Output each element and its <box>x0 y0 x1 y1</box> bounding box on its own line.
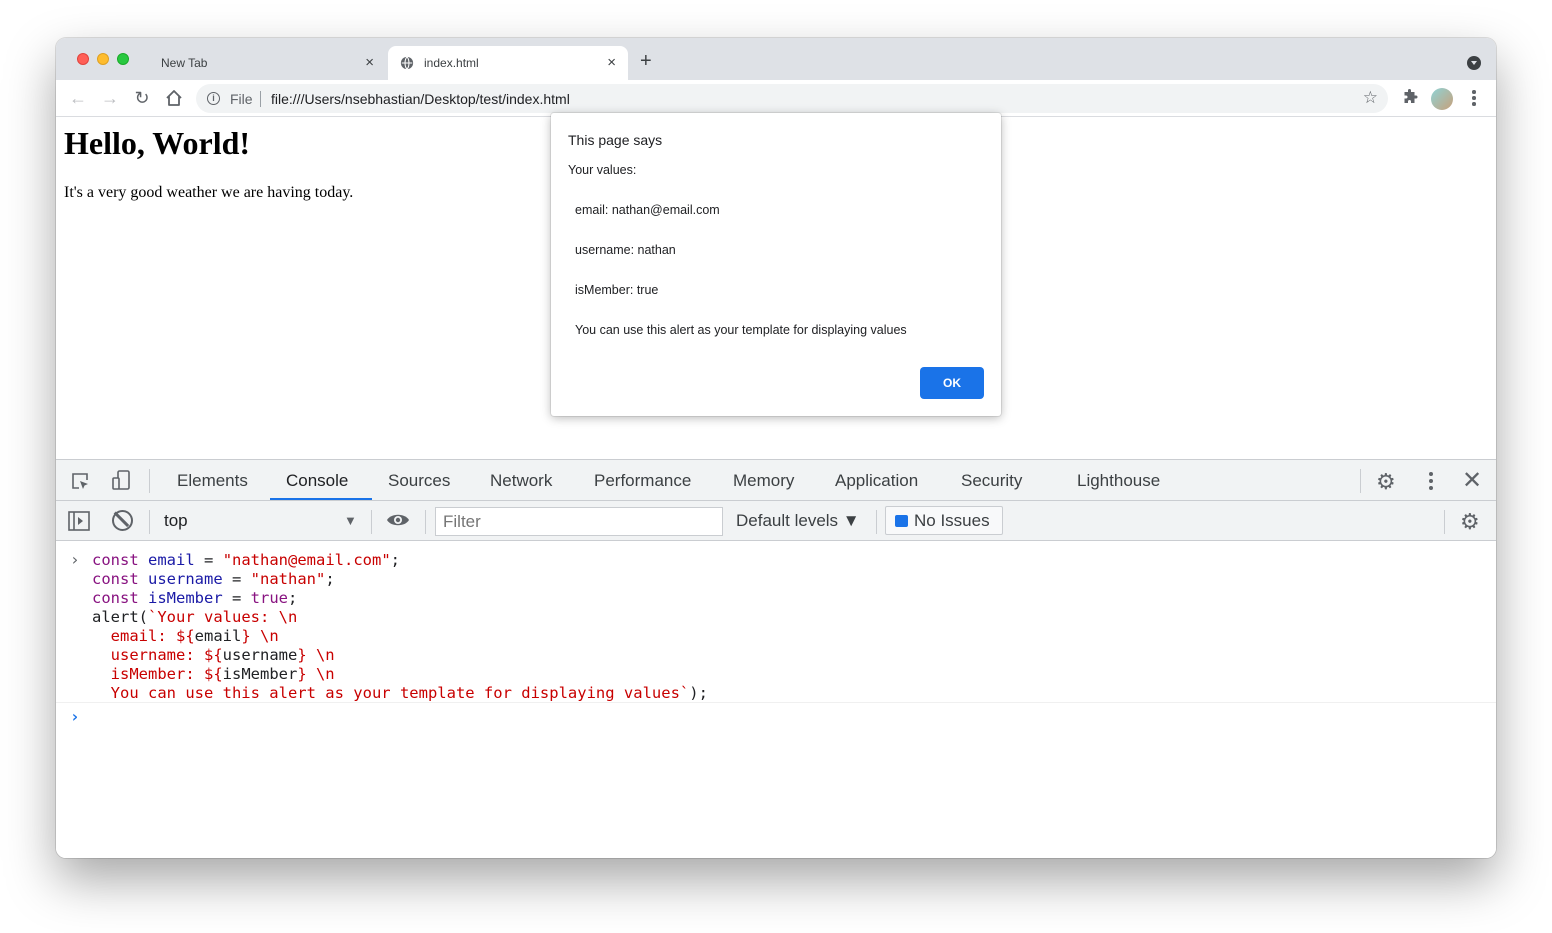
eye-icon[interactable] <box>386 512 410 528</box>
dialog-line: You can use this alert as your template … <box>575 323 907 337</box>
issues-icon <box>895 515 908 527</box>
gear-icon[interactable]: ⚙ <box>1376 469 1396 495</box>
info-icon[interactable]: i <box>207 92 220 105</box>
close-icon[interactable]: ✕ <box>1462 466 1482 495</box>
window-close-button[interactable] <box>77 53 89 65</box>
window-minimize-button[interactable] <box>97 53 109 65</box>
dialog-line: isMember: true <box>575 283 659 297</box>
avatar[interactable] <box>1431 88 1453 110</box>
devtools-panel: Elements Console Sources Network Perform… <box>56 459 1496 858</box>
scheme-label: File <box>230 91 253 107</box>
reload-icon[interactable]: ↻ <box>131 87 153 109</box>
active-tab-indicator <box>270 498 372 500</box>
browser-window: New Tab × index.html × + ← → ↻ i File fi… <box>56 38 1496 858</box>
tab-network[interactable]: Network <box>490 471 552 491</box>
page-heading: Hello, World! <box>64 125 251 161</box>
tab-lighthouse[interactable]: Lighthouse <box>1077 471 1160 491</box>
sidebar-toggle-icon[interactable] <box>68 511 90 531</box>
kebab-menu-icon[interactable] <box>1426 470 1436 492</box>
console-entry: › const email = "nathan@email.com"; cons… <box>56 545 1496 703</box>
dialog-line: Your values: <box>568 163 637 177</box>
tab-security[interactable]: Security <box>961 471 1022 491</box>
new-tab-button[interactable]: + <box>640 51 652 71</box>
log-levels-dropdown[interactable]: Default levels ▼ <box>736 511 860 531</box>
divider <box>876 510 877 534</box>
window-maximize-button[interactable] <box>117 53 129 65</box>
ok-button[interactable]: OK <box>920 367 984 399</box>
tab-new-tab[interactable]: New Tab × <box>146 46 386 80</box>
console-output[interactable]: › const email = "nathan@email.com"; cons… <box>56 541 1496 858</box>
tab-strip: New Tab × index.html × + <box>56 38 1496 80</box>
dialog-line: username: nathan <box>575 243 676 257</box>
context-selector[interactable]: top <box>164 511 188 531</box>
issues-label: No Issues <box>914 511 990 530</box>
console-toolbar: top ▼ Default levels ▼ No Issues ⚙ <box>56 501 1496 541</box>
dialog-title: This page says <box>568 132 663 148</box>
chevron-right-icon: › <box>70 550 80 569</box>
divider <box>260 91 261 107</box>
tab-memory[interactable]: Memory <box>733 471 794 491</box>
globe-icon <box>400 56 414 70</box>
chevron-down-icon[interactable]: ▼ <box>344 513 357 528</box>
issues-button[interactable]: No Issues <box>885 506 1003 535</box>
home-icon[interactable] <box>163 87 185 109</box>
tab-title: index.html <box>424 56 479 70</box>
filter-input[interactable] <box>435 507 723 536</box>
divider <box>371 510 372 534</box>
dialog-line: email: nathan@email.com <box>575 203 720 217</box>
divider <box>425 510 426 534</box>
alert-dialog: This page says Your values: email: natha… <box>551 113 1001 416</box>
close-icon[interactable]: × <box>365 54 374 71</box>
tab-elements[interactable]: Elements <box>177 471 248 491</box>
divider <box>149 510 150 534</box>
arrow-right-icon[interactable]: → <box>99 87 121 109</box>
console-prompt-icon[interactable]: › <box>70 707 80 726</box>
code-block: const email = "nathan@email.com"; const … <box>92 551 708 702</box>
tab-application[interactable]: Application <box>835 471 918 491</box>
url-text[interactable]: file:///Users/nsebhastian/Desktop/test/i… <box>271 91 570 107</box>
gear-icon[interactable]: ⚙ <box>1460 509 1480 535</box>
tab-console[interactable]: Console <box>286 471 348 491</box>
puzzle-icon[interactable] <box>1402 89 1418 105</box>
inspect-element-icon[interactable] <box>70 471 90 491</box>
browser-toolbar: ← → ↻ i File file:///Users/nsebhastian/D… <box>56 80 1496 117</box>
tab-sources[interactable]: Sources <box>388 471 450 491</box>
star-icon[interactable]: ☆ <box>1363 88 1378 108</box>
kebab-menu-icon[interactable] <box>1468 88 1480 108</box>
devtools-tab-bar: Elements Console Sources Network Perform… <box>56 460 1496 501</box>
close-icon[interactable]: × <box>607 54 616 71</box>
tab-title: New Tab <box>161 56 208 70</box>
tab-performance[interactable]: Performance <box>594 471 691 491</box>
clear-console-icon[interactable] <box>112 510 133 531</box>
arrow-left-icon[interactable]: ← <box>67 87 89 109</box>
divider <box>149 469 150 493</box>
address-bar[interactable]: i File file:///Users/nsebhastian/Desktop… <box>196 84 1388 113</box>
page-paragraph: It's a very good weather we are having t… <box>64 184 354 201</box>
tab-search-icon[interactable] <box>1467 56 1481 70</box>
divider <box>1444 510 1445 534</box>
divider <box>1360 469 1361 493</box>
tab-index-html[interactable]: index.html × <box>388 46 628 80</box>
device-toolbar-icon[interactable] <box>110 469 132 491</box>
